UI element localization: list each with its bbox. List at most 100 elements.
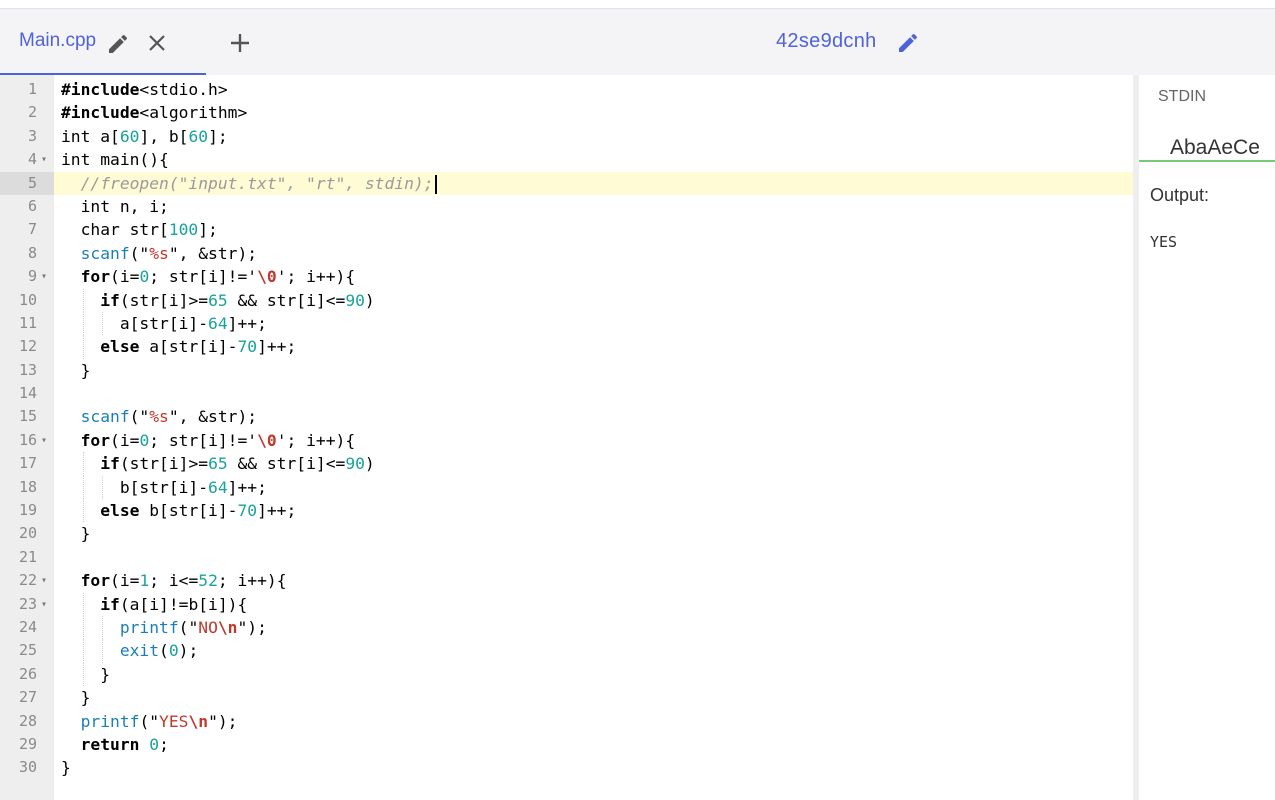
line-number: 8 — [0, 242, 54, 265]
line-number: 5 — [0, 171, 54, 195]
line-number-text: 12 — [18, 337, 37, 356]
code-text: //freopen("input.txt", "rt", stdin); — [61, 172, 437, 195]
line-number: 2 — [0, 101, 54, 124]
code-text: if(str[i]>=65 && str[i]<=90) — [100, 290, 375, 310]
code-line[interactable]: 27 } — [0, 686, 1133, 709]
code-line[interactable]: 1 #include<stdio.h> — [0, 78, 1133, 101]
line-number: 21 — [0, 546, 54, 569]
code-line[interactable]: 8 scanf("%s", &str); — [0, 242, 1133, 265]
line-number-text: 10 — [18, 290, 37, 309]
fold-arrow-icon[interactable]: ▾ — [41, 429, 47, 452]
code-text: #include<algorithm> — [61, 103, 248, 123]
line-number: 12 — [0, 335, 54, 358]
fold-arrow-icon[interactable]: ▾ — [41, 593, 47, 616]
code-text: printf("NO\n"); — [119, 617, 267, 637]
code-text: } — [61, 664, 111, 684]
code-line[interactable]: 25 exit(0); — [0, 639, 1133, 663]
line-number: 18 — [0, 476, 54, 499]
line-number-text: 18 — [18, 477, 37, 496]
line-number-text: 2 — [27, 103, 37, 122]
code-text: int a[60], b[60]; — [61, 126, 228, 146]
line-number-text: 9 — [27, 267, 37, 286]
line-number: 25 — [0, 639, 54, 662]
line-number-text: 22 — [18, 571, 37, 590]
code-editor[interactable]: 1 #include<stdio.h> 2 #include<algorithm> 3 i… — [0, 75, 1133, 800]
line-number-text: 26 — [18, 664, 37, 683]
line-number-text: 23 — [18, 594, 37, 613]
line-number-text: 14 — [18, 384, 37, 403]
code-line[interactable]: 21 — [0, 546, 1133, 569]
fold-arrow-icon[interactable]: ▾ — [41, 265, 47, 288]
code-line[interactable]: 11 a[str[i]-64]++; — [0, 311, 1133, 336]
line-number: 22 ▾ — [0, 569, 54, 592]
code-text: else b[str[i]-70]++; — [100, 501, 297, 521]
code-text: if(str[i]>=65 && str[i]<=90) — [100, 454, 375, 474]
code-lines[interactable]: 1 #include<stdio.h> 2 #include<algorithm> 3 i… — [0, 78, 1133, 780]
code-line[interactable]: 18 b[str[i]-64]++; — [0, 475, 1133, 500]
code-text: char str[100]; — [61, 220, 218, 240]
code-line[interactable]: 15 scanf("%s", &str); — [0, 405, 1133, 428]
code-line[interactable]: 29 return 0; — [0, 733, 1133, 756]
code-line[interactable]: 20 } — [0, 522, 1133, 545]
line-number: 19 — [0, 499, 54, 522]
code-line[interactable]: 9 ▾ for(i=0; str[i]!='\0'; i++){ — [0, 265, 1133, 288]
line-number: 24 — [0, 616, 54, 639]
code-line[interactable]: 5 //freopen("input.txt", "rt", stdin); — [0, 171, 1133, 195]
line-number: 6 — [0, 195, 54, 218]
line-number-text: 17 — [18, 454, 37, 473]
stdin-input[interactable]: AbaAeCe — [1170, 136, 1260, 160]
code-line[interactable]: 30} — [0, 756, 1133, 779]
close-icon[interactable] — [147, 33, 167, 53]
code-line[interactable]: 19 else b[str[i]-70]++; — [0, 499, 1133, 523]
code-line[interactable]: 14 — [0, 382, 1133, 405]
line-number: 10 — [0, 289, 54, 312]
code-line[interactable]: 2 #include<algorithm> — [0, 101, 1133, 124]
line-number: 7 — [0, 218, 54, 241]
line-number-text: 8 — [27, 243, 37, 262]
plus-icon[interactable] — [229, 32, 251, 54]
line-number-text: 27 — [18, 688, 37, 707]
tab-bar: Main.cpp 42se9dcnh — [0, 9, 1275, 75]
line-number: 3 — [0, 125, 54, 148]
code-line[interactable]: 3 int a[60], b[60]; — [0, 125, 1133, 148]
code-line[interactable]: 7 char str[100]; — [0, 218, 1133, 241]
code-text: b[str[i]-64]++; — [61, 477, 267, 497]
line-number-text: 15 — [18, 407, 37, 426]
pencil-icon[interactable] — [896, 31, 920, 55]
code-line[interactable]: 17 if(str[i]>=65 && str[i]<=90) — [0, 452, 1133, 476]
line-number: 1 — [0, 78, 54, 101]
code-text: for(i=0; str[i]!='\0'; i++){ — [80, 267, 356, 287]
line-number-text: 28 — [18, 711, 37, 730]
line-number-text: 21 — [18, 547, 37, 566]
code-text: } — [61, 688, 91, 708]
code-text: exit(0); — [119, 641, 199, 661]
fold-arrow-icon[interactable]: ▾ — [41, 148, 47, 171]
line-number-text: 6 — [27, 196, 37, 215]
pencil-icon[interactable] — [106, 32, 130, 56]
code-line[interactable]: 16 ▾ for(i=0; str[i]!='\0'; i++){ — [0, 429, 1133, 452]
line-number: 29 — [0, 733, 54, 756]
project-name[interactable]: 42se9dcnh — [776, 30, 877, 53]
fold-arrow-icon[interactable]: ▾ — [41, 569, 47, 592]
code-line[interactable]: 6 int n, i; — [0, 195, 1133, 218]
code-line[interactable]: 13 } — [0, 359, 1133, 382]
code-line[interactable]: 12 else a[str[i]-70]++; — [0, 335, 1133, 359]
line-number: 30 — [0, 756, 54, 779]
line-number-text: 7 — [27, 220, 37, 239]
tab-main-cpp[interactable]: Main.cpp — [0, 9, 206, 75]
code-line[interactable]: 22 ▾ for(i=1; i<=52; i++){ — [0, 569, 1133, 592]
line-number-text: 25 — [18, 641, 37, 660]
output-label: Output: — [1150, 185, 1210, 205]
code-line[interactable]: 26 } — [0, 662, 1133, 687]
line-number: 26 — [0, 663, 54, 686]
code-text: for(i=0; str[i]!='\0'; i++){ — [80, 430, 356, 450]
code-line[interactable]: 24 printf("NO\n"); — [0, 615, 1133, 640]
line-number: 23 ▾ — [0, 593, 54, 616]
code-line[interactable]: 23 ▾ if(a[i]!=b[i]){ — [0, 592, 1133, 616]
code-line[interactable]: 28 printf("YES\n"); — [0, 710, 1133, 733]
tab-label: Main.cpp — [19, 30, 97, 51]
stdin-label: STDIN — [1158, 88, 1206, 105]
code-line[interactable]: 10 if(str[i]>=65 && str[i]<=90) — [0, 288, 1133, 312]
code-line[interactable]: 4 ▾ int main(){ — [0, 148, 1133, 171]
line-number: 14 — [0, 382, 54, 405]
